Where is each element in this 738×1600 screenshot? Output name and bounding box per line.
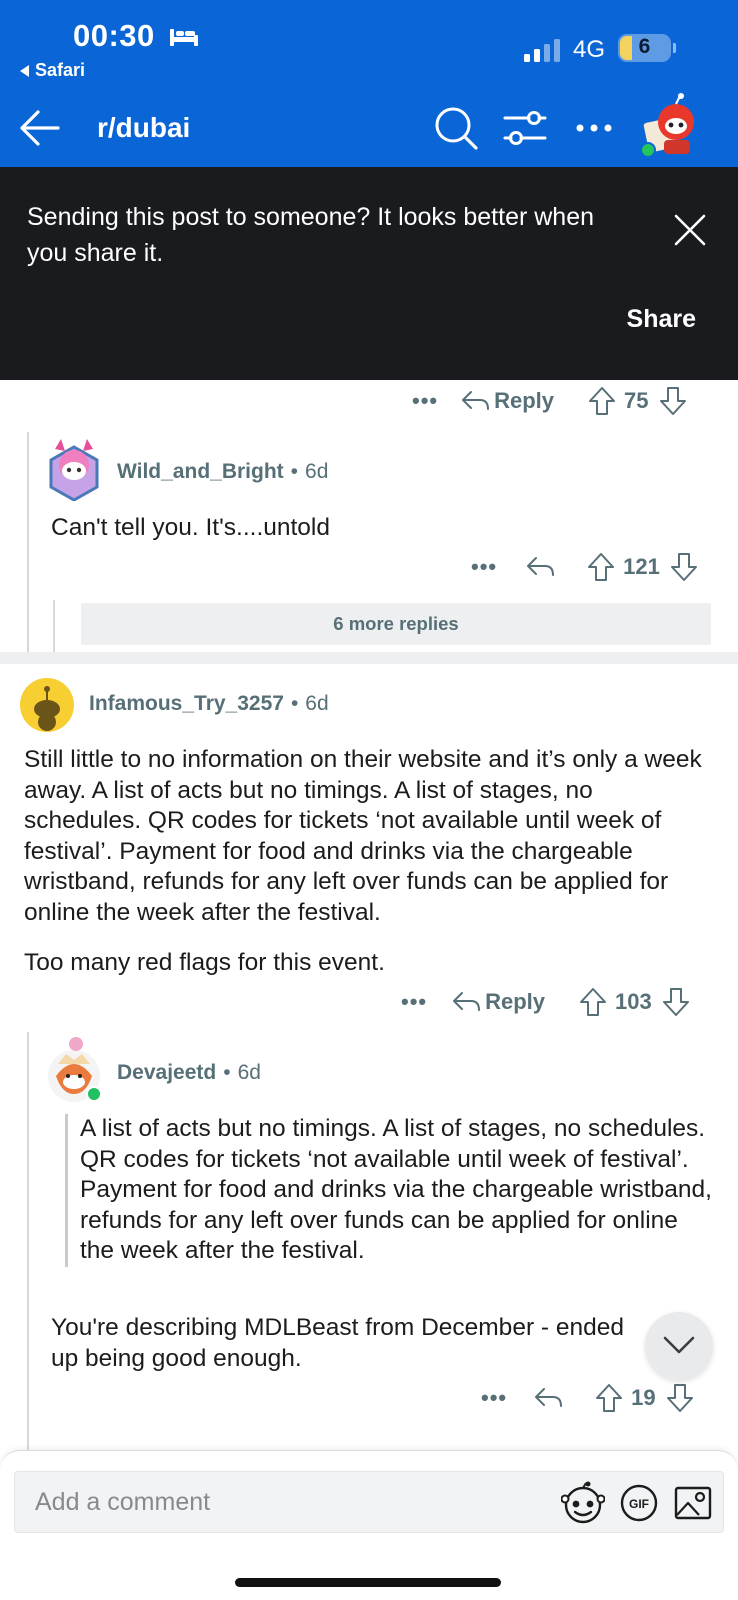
- upvote-icon[interactable]: [588, 386, 616, 416]
- downvote-icon[interactable]: [670, 552, 698, 582]
- top-bar: 00:30 Safari 4G 6 r/dubai: [0, 0, 738, 167]
- reply-icon[interactable]: [525, 555, 555, 579]
- back-triangle-icon: [20, 64, 29, 77]
- thread-line[interactable]: [27, 1032, 29, 1450]
- avatar[interactable]: [47, 435, 101, 501]
- svg-text:GIF: GIF: [629, 1497, 649, 1511]
- network-type: 4G: [573, 36, 606, 63]
- share-message: Sending this post to someone? It looks b…: [27, 203, 595, 267]
- back-to-safari[interactable]: Safari: [20, 60, 85, 81]
- share-banner: Sending this post to someone? It looks b…: [0, 167, 738, 380]
- search-icon[interactable]: [434, 106, 478, 150]
- comment-header: Infamous_Try_3257 • 6d: [89, 692, 329, 716]
- thread-line-nested[interactable]: [53, 600, 55, 652]
- image-icon[interactable]: [673, 1483, 713, 1523]
- comment-feed[interactable]: ••• Reply 75 Wild_and_Bright • 6d Can't …: [0, 380, 738, 1450]
- avatar[interactable]: [46, 1034, 104, 1104]
- comment-actions-wild: ••• 121: [471, 552, 698, 582]
- back-arrow-icon[interactable]: [18, 106, 62, 150]
- vote-score: 75: [624, 388, 649, 413]
- comment-header: Wild_and_Bright • 6d: [117, 460, 329, 484]
- comment-input[interactable]: [35, 1472, 515, 1532]
- reply-button[interactable]: Reply: [494, 388, 554, 414]
- upvote-icon[interactable]: [579, 987, 607, 1017]
- vote-score: 121: [623, 554, 660, 579]
- comment-body: Can't tell you. It's....untold: [51, 514, 330, 541]
- battery-indicator: 6: [618, 34, 676, 62]
- vote-score: 19: [631, 1385, 656, 1410]
- filter-icon[interactable]: [503, 108, 547, 148]
- comment-header: Devajeetd • 6d: [117, 1061, 261, 1085]
- comment-actions-devajeetd: ••• 19: [481, 1383, 694, 1413]
- back-app-label: Safari: [35, 60, 86, 80]
- downvote-icon[interactable]: [662, 987, 690, 1017]
- home-indicator[interactable]: [235, 1578, 501, 1587]
- share-button[interactable]: Share: [627, 305, 696, 334]
- comment-body: Still little to no information on their …: [24, 746, 702, 926]
- chevron-down-icon: [663, 1336, 695, 1354]
- comment-body-2: Too many red flags for this event.: [24, 949, 385, 976]
- more-icon[interactable]: [575, 112, 613, 144]
- close-icon[interactable]: [672, 212, 708, 248]
- username[interactable]: Infamous_Try_3257: [89, 692, 284, 716]
- more-options-icon[interactable]: •••: [412, 388, 438, 414]
- upvote-icon[interactable]: [595, 1383, 623, 1413]
- more-options-icon[interactable]: •••: [471, 554, 497, 580]
- comment-actions-infamous: ••• Reply 103: [401, 987, 690, 1017]
- status-time: 00:30: [73, 18, 155, 53]
- signal-icon: [524, 39, 560, 62]
- bed-icon: [170, 29, 198, 46]
- downvote-icon[interactable]: [666, 1383, 694, 1413]
- scroll-down-button[interactable]: [645, 1312, 713, 1380]
- more-options-icon[interactable]: •••: [481, 1385, 507, 1411]
- reply-icon[interactable]: [533, 1386, 563, 1410]
- reply-button[interactable]: Reply: [485, 989, 545, 1015]
- comment-box[interactable]: GIF: [14, 1471, 724, 1533]
- username[interactable]: Devajeetd: [117, 1061, 216, 1085]
- username[interactable]: Wild_and_Bright: [117, 460, 284, 484]
- thread-line[interactable]: [27, 432, 29, 652]
- downvote-icon[interactable]: [659, 386, 687, 416]
- vote-score: 103: [615, 989, 652, 1014]
- user-avatar[interactable]: [640, 92, 706, 158]
- comment-actions-prev: ••• Reply 75: [412, 386, 687, 416]
- more-options-icon[interactable]: •••: [401, 989, 427, 1015]
- reply-icon[interactable]: [460, 389, 490, 413]
- comment-age: 6d: [305, 692, 329, 715]
- gif-icon[interactable]: GIF: [619, 1483, 659, 1523]
- reply-icon[interactable]: [451, 990, 481, 1014]
- battery-level: 6: [638, 35, 651, 58]
- comment-body: You're describing MDLBeast from December…: [51, 1314, 624, 1372]
- comment-age: 6d: [305, 460, 329, 483]
- snoo-icon[interactable]: [561, 1481, 605, 1525]
- upvote-icon[interactable]: [587, 552, 615, 582]
- avatar[interactable]: [20, 678, 74, 732]
- quoted-text: A list of acts but no timings. A list of…: [65, 1114, 715, 1267]
- thread-divider: [0, 652, 738, 664]
- subreddit-title[interactable]: r/dubai: [97, 112, 190, 144]
- more-replies-button[interactable]: 6 more replies: [81, 603, 711, 645]
- comment-age: 6d: [237, 1061, 261, 1084]
